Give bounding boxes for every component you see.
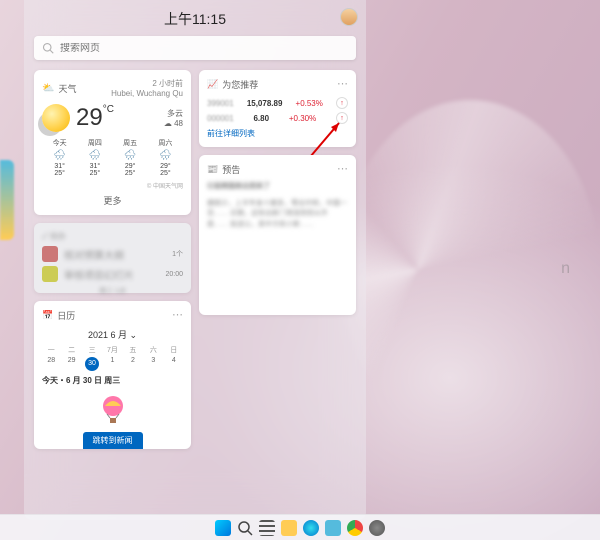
forecast-day: 周五 <box>113 138 148 148</box>
weather-updated: 2 小时前 <box>152 79 183 88</box>
calendar-title: 日历 <box>57 309 75 322</box>
more-icon[interactable]: ⋯ <box>337 79 348 90</box>
clock: 上午11:15 <box>164 9 226 29</box>
accent-decoration <box>0 160 14 240</box>
explorer-icon[interactable] <box>281 520 297 536</box>
todo-footer: 周三 1点 <box>42 286 183 296</box>
up-arrow-icon: ↑ <box>336 97 348 109</box>
search-icon <box>42 42 54 54</box>
news-title: 预告 <box>222 163 240 176</box>
list-item[interactable]: 审核项目幻灯片20:00 <box>42 266 183 282</box>
calendar-today[interactable]: 30 <box>85 357 99 371</box>
weather-condition: 多云 <box>164 108 183 119</box>
balloon-illustration <box>42 392 183 435</box>
todo-header: ✓ 待办 <box>42 231 183 242</box>
calendar-month: 2021 6 月 <box>88 330 127 340</box>
stock-row[interactable]: 0000016.80+0.30%↑ <box>207 112 348 124</box>
stocks-title: 为您推荐 <box>222 78 258 91</box>
calendar-card[interactable]: 📅 日历 ⋯ 2021 6 月 ⌄ 一二三7月五六日 2829301234 今天・6… <box>34 301 191 449</box>
news-icon: 📰 <box>207 164 218 175</box>
store-icon[interactable] <box>325 520 341 536</box>
forecast-row: 今天🌧31°25° 周四🌧31°25° 周五🌧29°25° 周六🌧29°25° <box>42 138 183 177</box>
chrome-icon[interactable] <box>347 520 363 536</box>
rain-icon: 🌧 <box>113 150 148 161</box>
temperature: 29 <box>76 104 103 131</box>
panel-header: 上午11:15 <box>34 8 356 30</box>
todo-icon <box>42 246 58 262</box>
todo-card[interactable]: ✓ 待办 核对预算大纲1个 审核项目幻灯片20:00 周三 1点 <box>34 223 191 293</box>
calendar-grid[interactable]: 一二三7月五六日 2829301234 <box>42 345 183 371</box>
sun-icon <box>42 104 70 132</box>
user-avatar[interactable] <box>340 8 358 26</box>
stock-row[interactable]: 39900115,078.89+0.53%↑ <box>207 97 348 109</box>
news-body: 据统计，上半年金十据多，零出中转，中国一百…… 近期，这些出新门增涨到但从外盘…… <box>207 199 348 231</box>
weather-card[interactable]: ⛅ 天气 2 小时前Hubei, Wuchang Qu 29°C 多云☁ 48 今… <box>34 70 191 215</box>
forecast-day: 周四 <box>77 138 112 148</box>
edge-icon[interactable] <box>303 520 319 536</box>
news-card[interactable]: 📰 预告 ⋯ 亿级跨国商业团来了 据统计，上半年金十据多，零出中转，中国一百…… 近… <box>199 155 356 315</box>
jump-to-news-button[interactable]: 跳转到新闻 <box>83 432 143 449</box>
rain-icon: 🌧 <box>42 150 77 161</box>
weather-more-link[interactable]: 更多 <box>42 194 183 207</box>
forecast-day: 今天 <box>42 138 77 148</box>
weather-title: 天气 <box>58 82 76 95</box>
forecast-day: 周六 <box>148 138 183 148</box>
list-item[interactable]: 核对预算大纲1个 <box>42 246 183 262</box>
chevron-down-icon[interactable]: ⌄ <box>130 330 138 340</box>
rain-icon: 🌧 <box>77 150 112 161</box>
more-icon[interactable]: ⋯ <box>172 310 183 321</box>
weather-aqi: ☁ 48 <box>164 119 183 128</box>
taskbar[interactable] <box>0 514 600 540</box>
start-button[interactable] <box>215 520 231 536</box>
weather-attribution: © 中国天气网 <box>42 181 183 190</box>
weather-icon: ⛅ <box>42 83 54 94</box>
task-view-icon[interactable] <box>259 520 275 536</box>
settings-icon[interactable] <box>369 520 385 536</box>
stocks-icon: 📈 <box>207 79 218 90</box>
stocks-detail-link[interactable]: 前往详细列表 <box>207 128 348 139</box>
rain-icon: 🌧 <box>148 150 183 161</box>
search-box[interactable] <box>34 36 356 60</box>
calendar-today-label: 今天・6 月 30 日 周三 <box>42 375 183 386</box>
news-headline: 亿级跨国商业团来了 <box>207 182 348 193</box>
todo-icon <box>42 266 58 282</box>
widgets-panel: 上午11:15 ⛅ 天气 2 小时前Hubei, Wuchang Qu 29°C … <box>24 0 366 520</box>
taskbar-search-icon[interactable] <box>237 520 253 536</box>
search-input[interactable] <box>60 43 348 54</box>
weather-location: Hubei, Wuchang Qu <box>111 89 183 98</box>
temp-unit: °C <box>103 104 114 115</box>
up-arrow-icon: ↑ <box>336 112 348 124</box>
calendar-icon: 📅 <box>42 310 53 321</box>
watermark: n <box>561 260 570 278</box>
stocks-card[interactable]: 📈 为您推荐 ⋯ 39900115,078.89+0.53%↑ 0000016.80… <box>199 70 356 147</box>
more-icon[interactable]: ⋯ <box>337 164 348 175</box>
